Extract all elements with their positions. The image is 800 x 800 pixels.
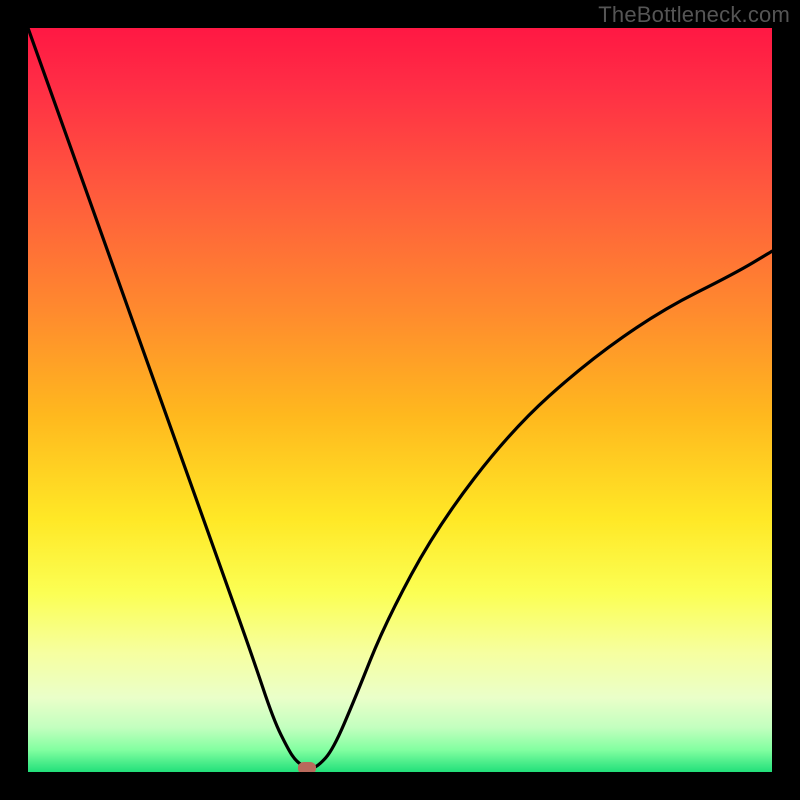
chart-frame: TheBottleneck.com [0,0,800,800]
bottleneck-curve [28,28,772,772]
watermark-text: TheBottleneck.com [598,2,790,28]
plot-area [28,28,772,772]
optimal-point-marker [298,762,316,772]
